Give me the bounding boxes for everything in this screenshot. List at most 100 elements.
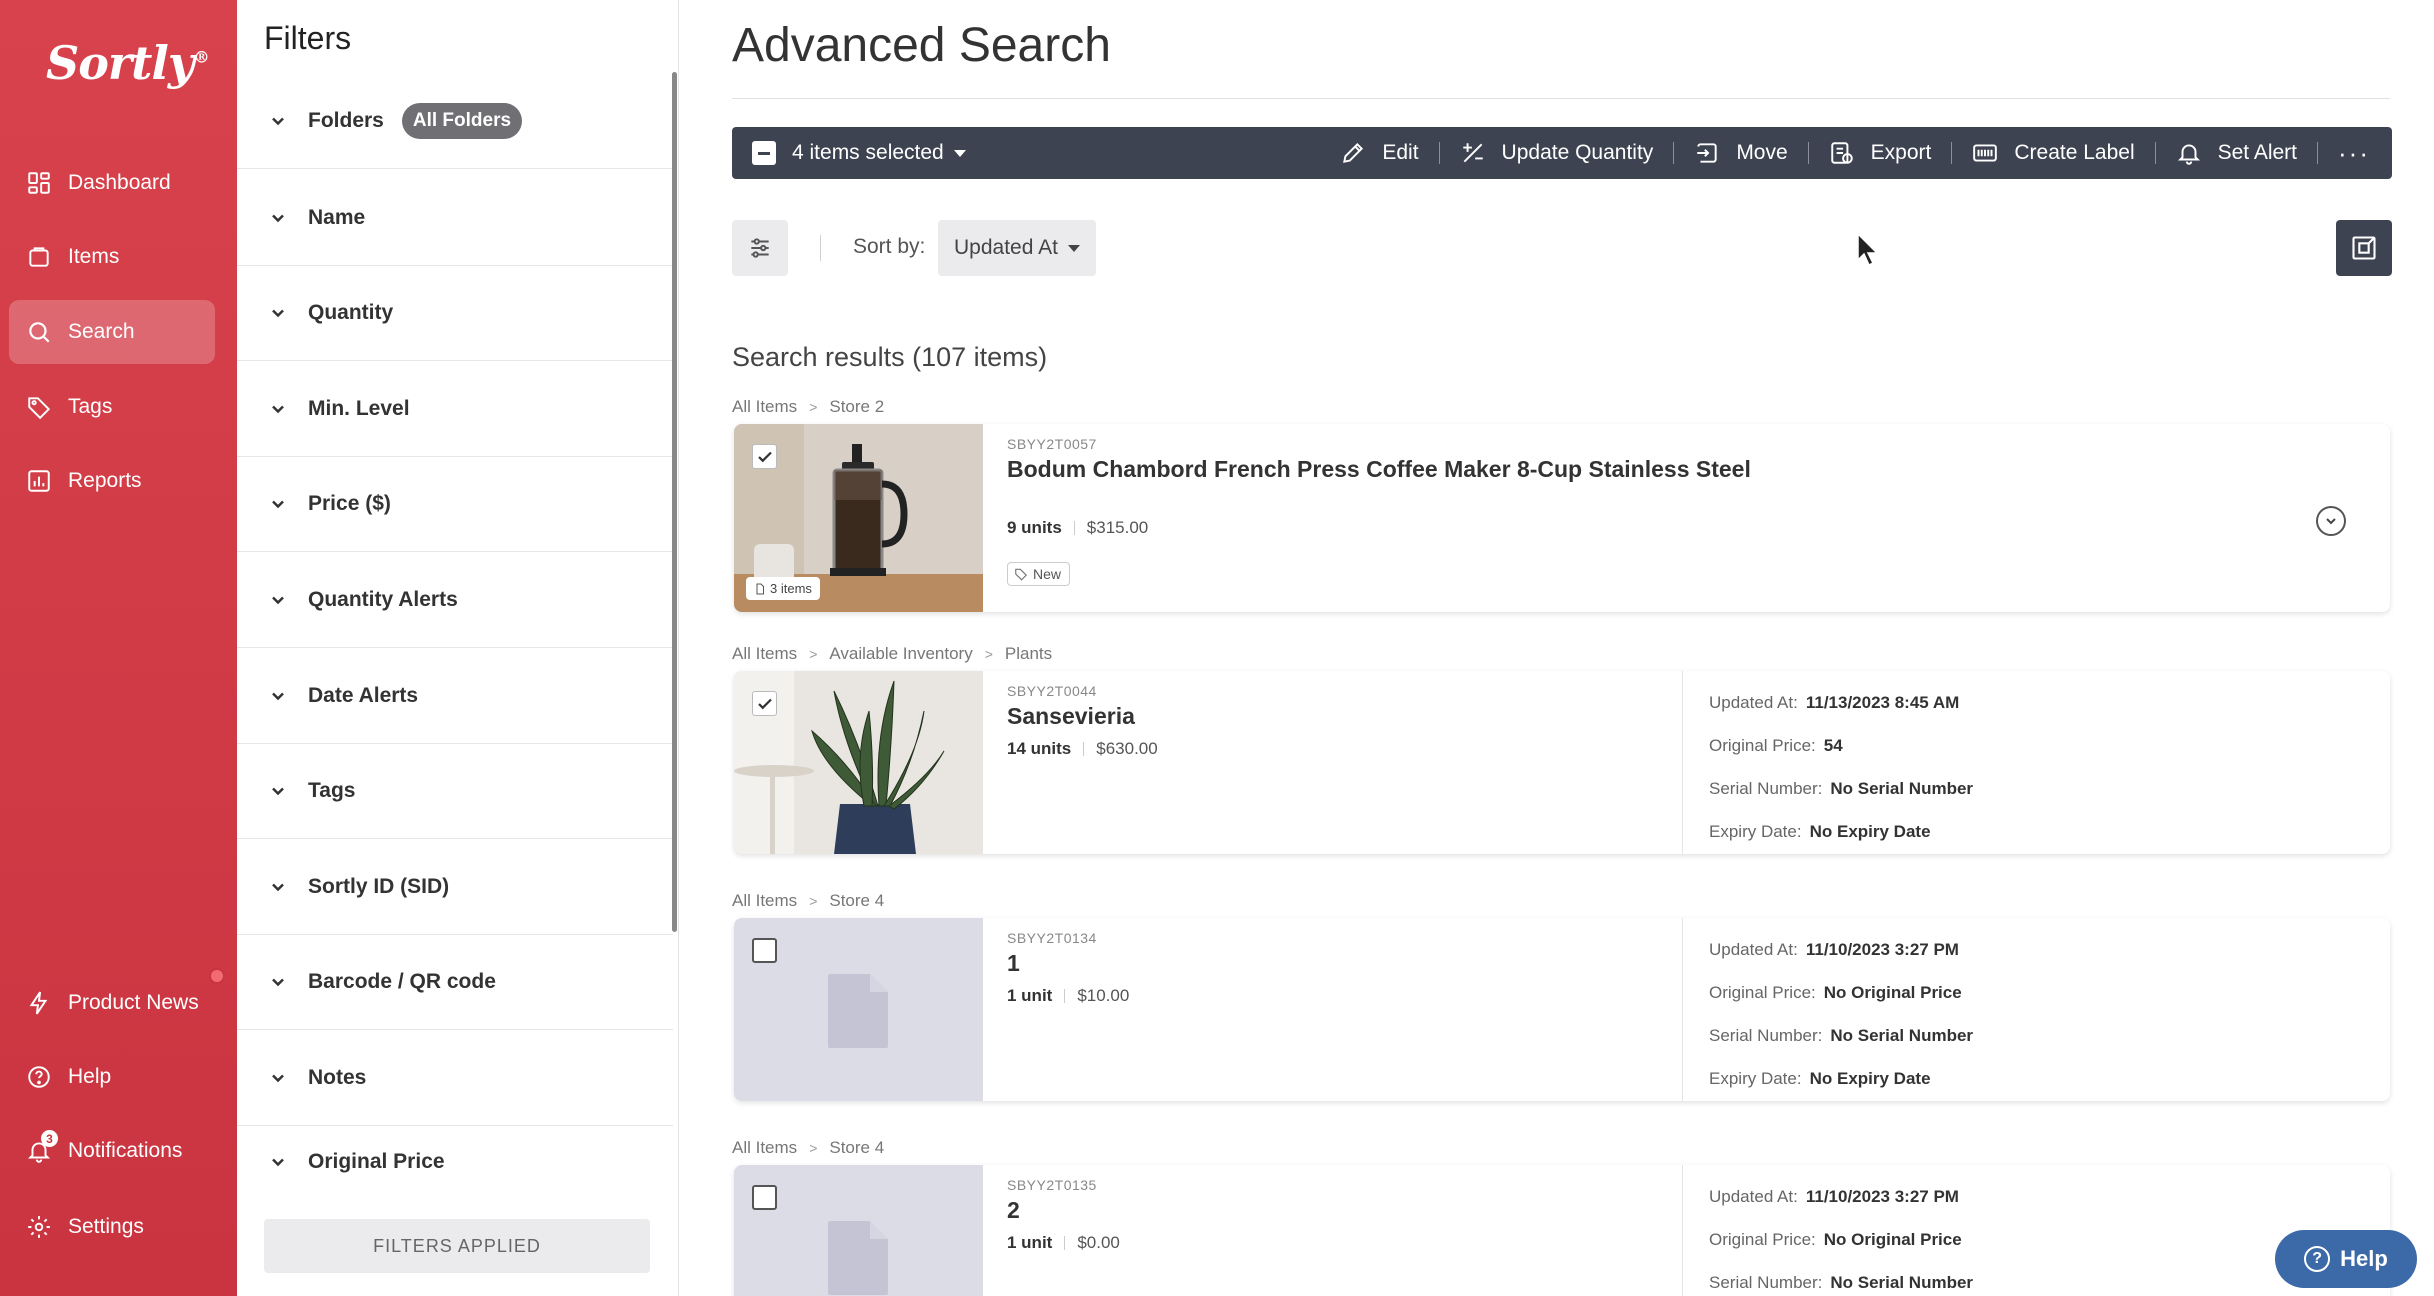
breadcrumb: All Items > Store 2 xyxy=(732,397,884,417)
filter-row[interactable]: Quantity xyxy=(237,265,673,361)
nav-help-label: Help xyxy=(68,1065,112,1088)
breadcrumb-item[interactable]: Store 4 xyxy=(829,891,884,911)
nav-help[interactable]: Help xyxy=(9,1045,215,1109)
create-label-button[interactable]: Create Label xyxy=(1952,140,2154,166)
filter-row[interactable]: Original Price xyxy=(237,1126,673,1198)
toggle-filters-button[interactable] xyxy=(732,220,788,276)
filters-scrollbar[interactable] xyxy=(672,72,677,932)
detail-serial-number: Serial Number: No Serial Number xyxy=(1709,778,1974,798)
item-checkbox[interactable] xyxy=(752,938,777,963)
help-chat-button[interactable]: ? Help xyxy=(2275,1230,2417,1288)
nav-tags[interactable]: Tags xyxy=(9,375,215,439)
breadcrumb-item[interactable]: All Items xyxy=(732,1138,797,1158)
breadcrumb: All Items > Available Inventory > Plants xyxy=(732,644,1052,664)
sliders-icon xyxy=(751,238,769,258)
nav-tags-label: Tags xyxy=(68,395,113,418)
export-label: Export xyxy=(1870,141,1932,164)
selection-count: 4 items selected xyxy=(792,141,944,164)
sort-dropdown[interactable]: Updated At xyxy=(938,220,1096,276)
breadcrumb-item[interactable]: All Items xyxy=(732,891,797,911)
sortly-logo[interactable]: Sortly® xyxy=(46,36,210,90)
sort-label: Sort by: xyxy=(853,235,926,258)
item-tag: New xyxy=(1007,562,1071,586)
item-checkbox[interactable] xyxy=(752,1185,777,1210)
item-price: $10.00 xyxy=(1077,986,1130,1005)
nav-search[interactable]: Search xyxy=(9,300,215,364)
separator xyxy=(1064,1236,1066,1250)
item-details: Updated At: 11/10/2023 3:27 PM Original P… xyxy=(1682,918,1973,1101)
nav-settings[interactable]: Settings xyxy=(9,1195,215,1259)
nav-dashboard[interactable]: Dashboard xyxy=(9,151,215,215)
breadcrumb-item[interactable]: Store 4 xyxy=(829,1138,884,1158)
result-card[interactable]: SBYY2T0134 1 1 unit $10.00 Updated At: 11/… xyxy=(734,918,2390,1101)
item-checkbox[interactable] xyxy=(752,691,777,716)
filter-row[interactable]: Name xyxy=(237,170,673,266)
filter-row[interactable]: Barcode / QR code xyxy=(237,934,673,1030)
bell-icon xyxy=(2177,144,2200,165)
filter-row[interactable]: Notes xyxy=(237,1030,673,1126)
document-icon xyxy=(756,583,764,594)
nav-items[interactable]: Items xyxy=(9,225,215,289)
folders-chip[interactable]: All Folders xyxy=(401,102,523,139)
breadcrumb-item[interactable]: Store 2 xyxy=(829,397,884,417)
item-quantity: 9 units xyxy=(1007,518,1062,537)
result-card[interactable]: SBYY2T0044 Sansevieria 14 units $630.00 U… xyxy=(734,671,2390,854)
nav-dashboard-label: Dashboard xyxy=(68,171,171,194)
item-thumbnail[interactable] xyxy=(734,671,983,854)
move-button[interactable]: Move xyxy=(1674,140,1807,166)
item-checkbox[interactable] xyxy=(752,444,777,469)
view-icon xyxy=(2352,236,2376,260)
main-content: Advanced Search 4 items selected Edit Up… xyxy=(680,0,2434,1296)
breadcrumb-item[interactable]: All Items xyxy=(732,644,797,664)
breadcrumb-item[interactable]: All Items xyxy=(732,397,797,417)
caret-down-icon xyxy=(1067,244,1080,252)
chevron-down-icon xyxy=(272,883,284,891)
chevron-right-icon: > xyxy=(809,399,818,415)
item-thumbnail[interactable] xyxy=(734,1165,983,1296)
pencil-icon xyxy=(1343,142,1364,163)
item-name[interactable]: 1 xyxy=(1007,950,1020,977)
filters-applied-button[interactable]: FILTERS APPLIED xyxy=(264,1219,650,1273)
filter-row[interactable]: Sortly ID (SID) xyxy=(237,839,673,935)
filter-row[interactable]: Tags xyxy=(237,743,673,839)
breadcrumb: All Items > Store 4 xyxy=(732,891,884,911)
item-sid: SBYY2T0135 xyxy=(1007,1177,1097,1193)
sidebar: Sortly® Dashboard Items Search Tags Repo… xyxy=(0,0,237,1296)
selection-dropdown[interactable]: 4 items selected xyxy=(792,141,966,165)
expand-button[interactable] xyxy=(2316,506,2346,536)
result-card[interactable]: SBYY2T0135 2 1 unit $0.00 Updated At: 11/1… xyxy=(734,1165,2390,1296)
more-actions-button[interactable]: ··· xyxy=(2318,138,2370,169)
variant-count-pill: 3 items xyxy=(746,577,820,600)
view-toggle-button[interactable] xyxy=(2336,220,2392,276)
breadcrumb-item[interactable]: Plants xyxy=(1005,644,1052,664)
filter-label: Barcode / QR code xyxy=(308,969,496,993)
update-quantity-button[interactable]: Update Quantity xyxy=(1440,140,1674,166)
detail-serial-number: Serial Number: No Serial Number xyxy=(1709,1272,1974,1292)
filter-row[interactable]: Price ($) xyxy=(237,456,673,552)
nav-notifications[interactable]: 3 Notifications xyxy=(9,1119,215,1183)
item-price: $315.00 xyxy=(1086,518,1149,537)
item-name[interactable]: Sansevieria xyxy=(1007,703,1135,730)
nav-product-news[interactable]: Product News xyxy=(9,971,215,1035)
chevron-down-icon xyxy=(272,117,284,125)
export-button[interactable]: Export xyxy=(1809,140,1952,166)
filter-row[interactable]: Date Alerts xyxy=(237,648,673,744)
chevron-down-icon xyxy=(272,405,284,413)
detail-expiry-date: Expiry Date: No Expiry Date xyxy=(1709,821,1931,841)
filter-row[interactable]: Quantity Alerts xyxy=(237,552,673,648)
item-thumbnail[interactable] xyxy=(734,918,983,1101)
item-name[interactable]: 2 xyxy=(1007,1197,1020,1224)
nav-notifications-label: Notifications xyxy=(68,1139,183,1162)
filter-row[interactable]: Folders All Folders xyxy=(237,73,673,169)
item-sid: SBYY2T0044 xyxy=(1007,683,1097,699)
nav-reports[interactable]: Reports xyxy=(9,449,215,513)
item-quantity: 1 unit xyxy=(1007,1233,1053,1252)
set-alert-button[interactable]: Set Alert xyxy=(2156,140,2317,166)
item-name[interactable]: Bodum Chambord French Press Coffee Maker… xyxy=(1007,456,1751,483)
result-card[interactable]: 3 items SBYY2T0057 Bodum Chambord French… xyxy=(734,424,2390,612)
filter-row[interactable]: Min. Level xyxy=(237,361,673,457)
item-thumbnail[interactable]: 3 items xyxy=(734,424,983,612)
select-all-checkbox[interactable] xyxy=(752,141,776,165)
edit-button[interactable]: Edit xyxy=(1320,140,1438,166)
breadcrumb-item[interactable]: Available Inventory xyxy=(829,644,972,664)
